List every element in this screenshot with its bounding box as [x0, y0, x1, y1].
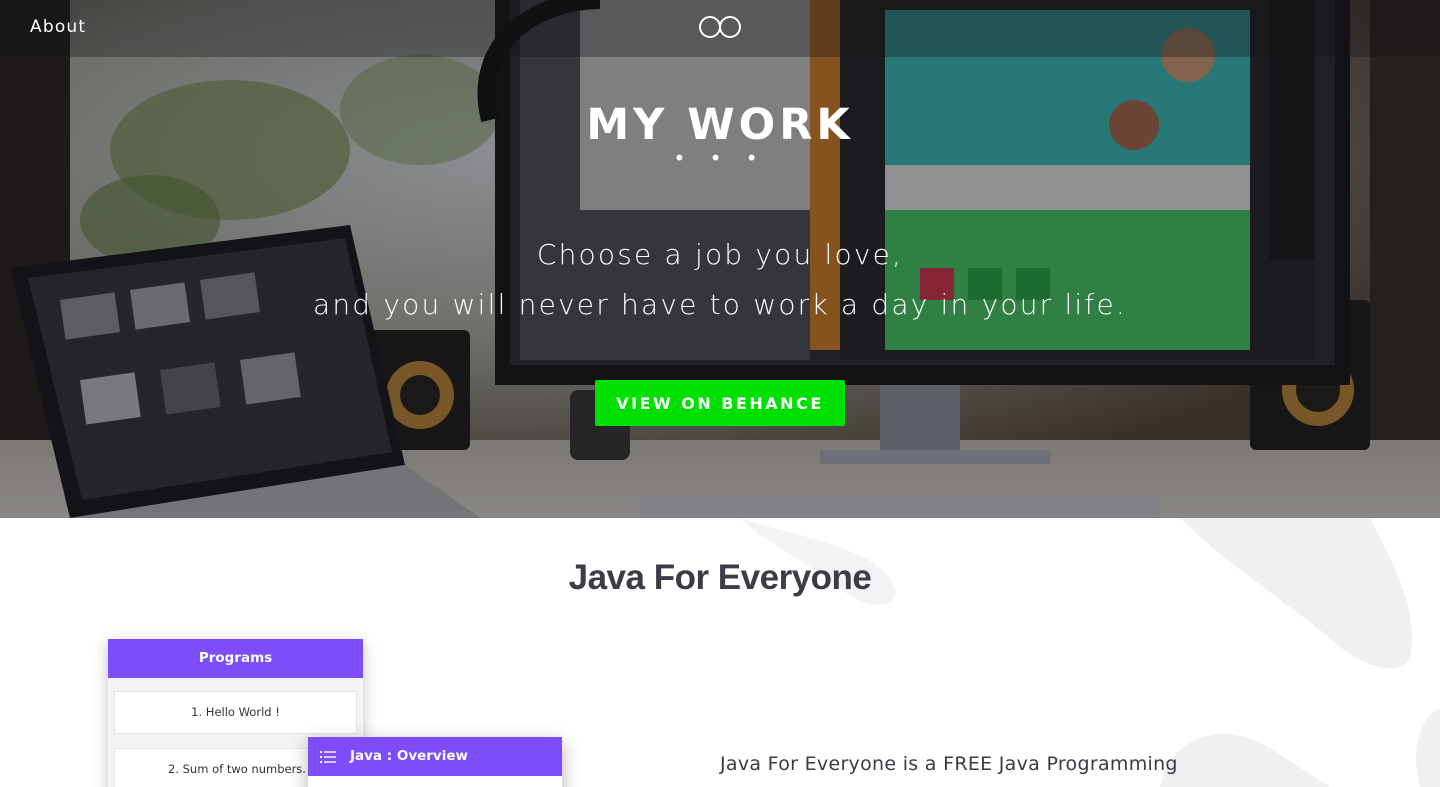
overview-card-mockup: Java : Overview	[308, 737, 562, 787]
hero-section: About MY WORK • • • Choose a job you lov…	[0, 0, 1440, 518]
overview-card-header: Java : Overview	[308, 737, 562, 776]
programs-card-header: Programs	[108, 639, 363, 678]
project-description: Java For Everyone is a FREE Java Program…	[720, 753, 1178, 775]
project-section: Java For Everyone Programs 1. Hello Worl…	[0, 518, 1440, 787]
infinity-logo-icon[interactable]	[698, 15, 742, 39]
overview-card-title: Java : Overview	[350, 748, 468, 764]
hero-title: MY WORK	[586, 100, 854, 150]
program-list-item[interactable]: 1. Hello World !	[114, 691, 357, 734]
nav-about-link[interactable]: About	[30, 17, 86, 37]
hero-quote-line-1: Choose a job you love,	[536, 238, 904, 271]
top-nav-bar: About	[0, 0, 1440, 57]
menu-list-icon[interactable]	[320, 750, 336, 763]
title-divider-dots: • • •	[673, 146, 767, 170]
project-title: Java For Everyone	[568, 558, 872, 597]
hero-quote-line-2: and you will never have to work a day in…	[312, 288, 1127, 321]
view-on-behance-button[interactable]: VIEW ON BEHANCE	[595, 380, 845, 426]
